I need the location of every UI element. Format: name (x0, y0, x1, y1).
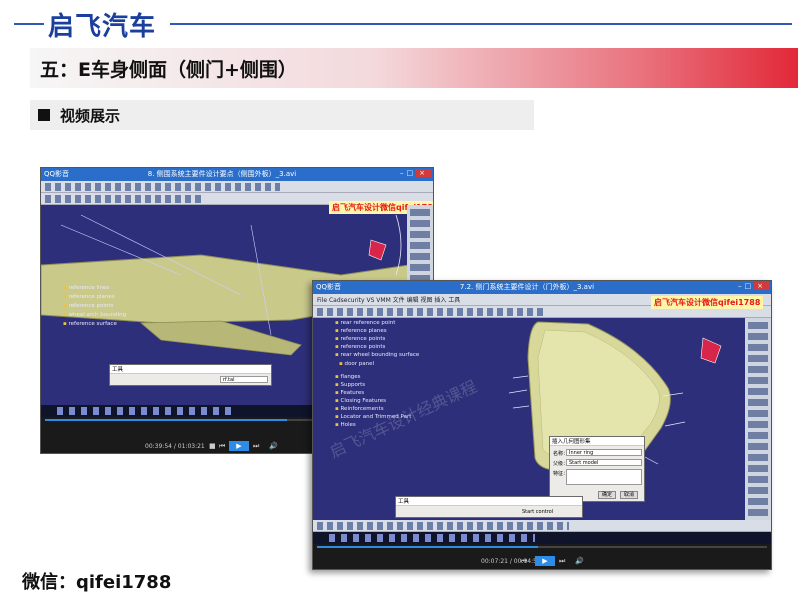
volume-icon[interactable]: 🔊 (575, 557, 584, 565)
features-list[interactable] (566, 469, 642, 485)
tools-dialog[interactable]: 工具 Start control (395, 496, 583, 518)
insert-geometric-set-dialog[interactable]: 插入几何图形集 名称： Inner ring 父级： Start model 特… (549, 436, 645, 502)
window-titlebar: QQ影音 7.2. 侧门系统主要件设计（门外板）_3.avi –□ × (313, 281, 771, 294)
progress-fill (317, 546, 538, 548)
tree-item[interactable]: flanges (335, 374, 360, 380)
tree-item[interactable]: door panel (339, 361, 374, 367)
close-icon[interactable]: × (754, 282, 769, 290)
ok-button[interactable]: 确定 (598, 491, 617, 499)
tree-item[interactable]: Closing Features (335, 398, 386, 404)
watermark-badge: 启飞汽车设计微信qifei1788 (651, 296, 764, 309)
dialog-title: 插入几何图形集 (550, 437, 644, 446)
section-banner: 五：E车身侧面（侧门+侧围） (30, 48, 798, 88)
play-button[interactable]: ▶ (535, 556, 555, 566)
close-icon[interactable]: × (416, 169, 431, 177)
player-time: 00:39:54 / 01:03:21 (145, 443, 205, 450)
window-controls: –□ × (738, 282, 769, 290)
wechat-contact: 微信：qifei1788 (22, 572, 172, 593)
tree-item[interactable]: reference lines (63, 285, 109, 291)
window-title: 8. 侧围系统主要件设计要点（侧围外板）_3.avi (147, 170, 297, 178)
tools-dialog-field[interactable]: rf.tal (220, 376, 268, 383)
windows-taskbar (313, 532, 771, 544)
tools-dialog-title: 工具 (396, 497, 582, 506)
section-title: 五：E车身侧面（侧门+侧围） (40, 59, 297, 81)
progress-fill (45, 419, 287, 421)
play-button[interactable]: ▶ (229, 441, 249, 451)
right-toolbar (745, 318, 771, 520)
catia-toolbar (41, 181, 433, 193)
subsection-banner: 视频展示 (30, 100, 534, 130)
prev-icon[interactable]: ⏮ (521, 557, 527, 566)
next-icon[interactable]: ⏭ (253, 442, 259, 451)
right-toolbar-icons[interactable] (748, 322, 768, 516)
taskbar-icons[interactable] (329, 534, 536, 542)
video-player-bar: 00:07:21 / 00:14:58 ⏮ ▶ ⏭ 🔊 (313, 544, 771, 569)
video-screenshot-2: QQ影音 7.2. 侧门系统主要件设计（门外板）_3.avi –□ × File … (312, 280, 772, 570)
next-icon[interactable]: ⏭ (559, 557, 565, 566)
bullet-square-icon (38, 109, 50, 121)
window-app-name: QQ影音 (316, 283, 342, 291)
tools-dialog[interactable]: 工具 rf.tal (109, 364, 272, 386)
3d-viewport[interactable]: 启飞汽车设计经典课程 rear reference point referenc… (313, 318, 771, 520)
tree-item[interactable]: Supports (335, 382, 365, 388)
tools-dialog-title: 工具 (110, 365, 271, 374)
tree-item[interactable]: reference points (335, 336, 385, 342)
prev-icon[interactable]: ⏮ (219, 442, 225, 451)
tree-item[interactable]: reference points (335, 344, 385, 350)
window-title: 7.2. 侧门系统主要件设计（门外板）_3.avi (459, 283, 595, 291)
tree-item[interactable]: Holes (335, 422, 355, 428)
toolbar-icons[interactable] (45, 183, 281, 191)
tree-item[interactable]: wheel arch bounding (63, 312, 126, 318)
tree-item[interactable]: reference planes (63, 294, 114, 300)
bottom-toolbar-icons[interactable] (317, 522, 569, 530)
maximize-icon[interactable]: □ (407, 169, 417, 177)
maximize-icon[interactable]: □ (745, 282, 755, 290)
bottom-toolbar (313, 520, 771, 532)
stop-icon[interactable]: ■ (209, 442, 216, 450)
tree-item[interactable]: reference surface (63, 321, 116, 327)
cancel-button[interactable]: 取消 (620, 491, 639, 499)
tree-item[interactable]: Reinforcements (335, 406, 383, 412)
player-time: 00:07:21 / 00:14:58 (481, 558, 541, 565)
name-field[interactable]: Inner ring (566, 449, 642, 456)
tree-item[interactable]: Features (335, 390, 364, 396)
menu-bar-labels[interactable]: File Cadsecurity VS VMM 文件 编辑 视图 插入 工具 (317, 295, 460, 304)
header-rule (170, 23, 792, 25)
tree-item[interactable]: rear wheel bounding surface (335, 352, 419, 358)
taskbar-icons[interactable] (57, 407, 234, 415)
window-controls: –□ × (400, 169, 431, 177)
tree-item[interactable]: reference planes (335, 328, 386, 334)
window-app-name: QQ影音 (44, 170, 70, 178)
parent-select[interactable]: Start model (566, 459, 642, 466)
tree-item[interactable]: Locator and Trimmed Part (335, 414, 411, 420)
tree-item[interactable]: rear reference point (335, 320, 395, 326)
subsection-title: 视频展示 (60, 107, 121, 125)
header-rule-left (14, 23, 44, 25)
progress-track[interactable] (317, 546, 767, 548)
brand-title: 启飞汽车 (48, 12, 157, 42)
toolbar-icons[interactable] (317, 308, 546, 316)
volume-icon[interactable]: 🔊 (269, 442, 278, 450)
toolbar-icons-2[interactable] (45, 195, 202, 203)
tools-dialog-text: Start control (522, 509, 554, 515)
tree-item[interactable]: reference points (63, 303, 113, 309)
window-titlebar: QQ影音 8. 侧围系统主要件设计要点（侧围外板）_3.avi –□ × (41, 168, 433, 181)
